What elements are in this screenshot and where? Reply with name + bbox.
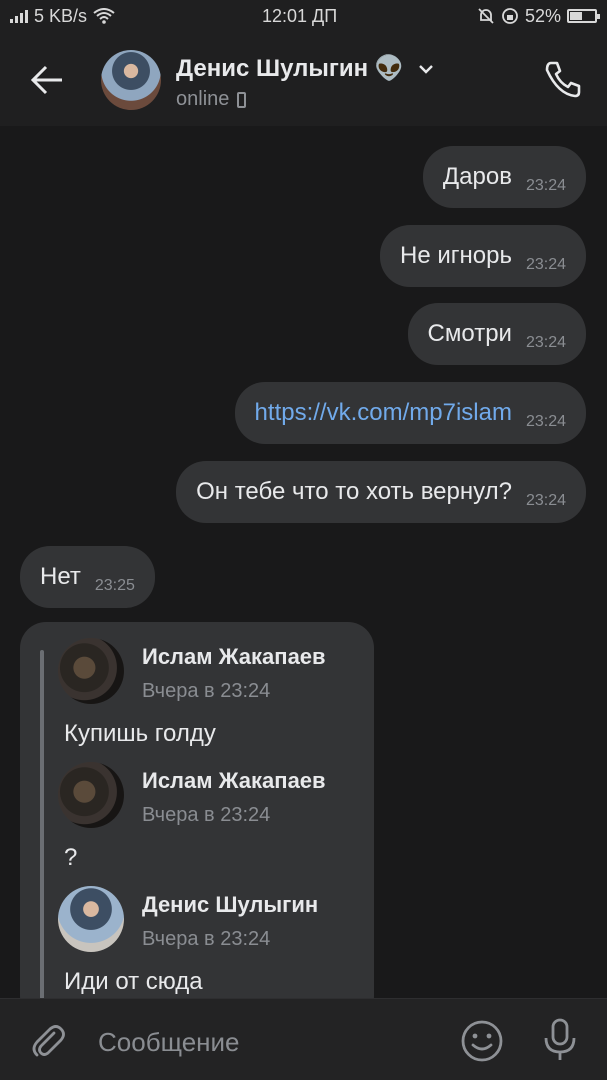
forwarded-time: Вчера в 23:24 [142,804,271,826]
forward-quote-line [40,650,44,1022]
microphone-icon[interactable] [540,1017,580,1063]
message-text: Даров [442,163,512,190]
message-time: 23:24 [525,177,566,194]
mobile-device-icon [237,91,247,108]
contact-name: Денис Шулыгин [176,54,369,82]
contact-name-row[interactable]: Денис Шулыгин 👽 [176,54,434,83]
forwarded-author[interactable]: Ислам Жакапаев [142,768,326,794]
message-text: Смотри [427,320,512,347]
status-bar: 5 KB/s 12:01 ДП 52% [0,0,607,32]
forwarded-time: Вчера в 23:24 [142,928,271,950]
forwarded-messages-bubble[interactable]: Ислам Жакапаев Вчера в 23:24 Купишь голд… [20,622,374,1022]
message-time: 23:24 [525,256,566,273]
chevron-down-icon[interactable] [418,63,434,75]
back-arrow-icon[interactable] [28,60,68,100]
avatar[interactable] [58,886,124,952]
message-text: Не игнорь [399,242,512,269]
forwarded-text: Иди от сюда [64,968,203,995]
status-time: 12:01 ДП [262,5,338,26]
signal-icon [10,9,28,23]
battery-percent: 52% [524,5,561,26]
message-bubble-outgoing[interactable]: Смотри 23:24 [407,303,586,365]
contact-avatar[interactable] [101,50,161,110]
wifi-icon [93,8,115,24]
alien-emoji: 👽 [374,55,405,82]
message-bubble-incoming[interactable]: Нет 23:25 [20,546,155,608]
message-time: 23:24 [525,492,566,509]
avatar[interactable] [58,638,124,704]
forwarded-text: ? [64,844,78,871]
message-text: Нет [40,563,81,590]
presence-text: online [176,88,230,110]
message-link[interactable]: https://vk.com/mp7islam [255,399,512,427]
status-right: 52% [477,5,600,27]
emoji-icon[interactable] [460,1019,504,1063]
message-time: 23:24 [525,334,566,351]
chat-header: Денис Шулыгин 👽 online [0,32,607,126]
forwarded-time: Вчера в 23:24 [142,680,271,702]
message-text: Он тебе что то хоть вернул? [196,478,512,505]
forwarded-author[interactable]: Денис Шулыгин [142,892,318,918]
rotation-lock-icon [502,8,518,24]
message-bubble-outgoing[interactable]: Не игнорь 23:24 [379,225,586,287]
message-bubble-outgoing[interactable]: Он тебе что то хоть вернул? 23:24 [176,461,586,523]
phone-icon[interactable] [542,58,584,100]
paperclip-icon[interactable] [28,1021,68,1061]
status-left: 5 KB/s [10,6,115,27]
message-bubble-outgoing[interactable]: https://vk.com/mp7islam 23:24 [234,382,586,444]
message-input[interactable] [96,1019,440,1065]
forwarded-text: Купишь голду [64,720,216,747]
message-bubble-outgoing[interactable]: Даров 23:24 [422,146,586,208]
message-composer [0,998,607,1080]
battery-icon [567,9,600,23]
contact-presence: online [176,88,247,111]
avatar[interactable] [58,762,124,828]
message-time: 23:24 [525,413,566,430]
message-time: 23:25 [94,577,135,594]
forwarded-author[interactable]: Ислам Жакапаев [142,644,326,670]
net-speed: 5 KB/s [34,5,88,26]
mute-bell-icon [478,8,494,24]
